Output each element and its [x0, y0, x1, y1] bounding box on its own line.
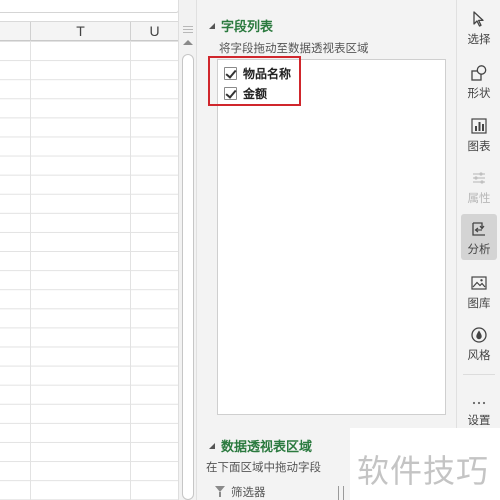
split-grip-icon[interactable]: [183, 26, 193, 33]
filter-label: 筛选器: [231, 485, 266, 499]
filter-area-label[interactable]: 筛选器: [215, 484, 266, 500]
column-header-s[interactable]: [0, 22, 31, 41]
cell-grid[interactable]: [0, 41, 178, 500]
toolbar-label: 设置: [467, 413, 491, 427]
formula-bar-strip: [0, 0, 178, 21]
right-toolbar: 选择 形状 图表 属性 分析 图库 风格 设置: [456, 0, 500, 500]
highlight-annotation: [208, 56, 301, 106]
properties-icon: [469, 168, 489, 188]
toolbar-label: 图表: [467, 139, 491, 153]
scrollbar-thumb[interactable]: [182, 54, 194, 500]
toolbar-divider: [463, 374, 495, 375]
spreadsheet-area[interactable]: T U: [0, 0, 178, 500]
pivot-field-panel: 字段列表 将字段拖动至数据透视表区域 物品名称 金额 数据透视表区域 在下面区域…: [196, 0, 456, 500]
field-list-title: 字段列表: [221, 20, 274, 35]
toolbar-label: 图库: [467, 296, 491, 310]
toolbar-analysis-button[interactable]: 分析: [461, 214, 497, 260]
shapes-icon: [469, 63, 489, 83]
formula-input[interactable]: [0, 0, 178, 13]
toolbar-label: 风格: [467, 348, 491, 362]
toolbar-chart-button[interactable]: 图表: [461, 111, 497, 157]
column-header-u[interactable]: U: [131, 22, 178, 41]
pivot-areas-hint: 在下面区域中拖动字段: [206, 460, 321, 474]
chart-icon: [469, 116, 489, 136]
analysis-icon: [469, 219, 489, 239]
toolbar-style-button[interactable]: 风格: [461, 320, 497, 366]
toolbar-label: 属性: [467, 191, 491, 205]
watermark-text: 软件技巧: [357, 452, 490, 490]
toolbar-label: 形状: [467, 86, 491, 100]
column-header-row: T U: [0, 21, 178, 41]
vertical-scrollbar[interactable]: [178, 0, 196, 500]
toolbar-select-button[interactable]: 选择: [461, 4, 497, 50]
toolbar-gallery-button[interactable]: 图库: [461, 268, 497, 314]
area-scroll-handle[interactable]: [338, 486, 344, 500]
column-header-t[interactable]: T: [31, 22, 131, 41]
watermark: 软件技巧: [350, 428, 500, 500]
toolbar-settings-button[interactable]: 设置: [461, 385, 497, 431]
pivot-areas-header[interactable]: 数据透视表区域: [209, 436, 312, 455]
toolbar-properties-button[interactable]: 属性: [461, 163, 497, 209]
collapse-triangle-icon[interactable]: [209, 442, 215, 449]
filter-funnel-icon: [215, 486, 225, 498]
more-icon: [469, 390, 489, 410]
toolbar-label: 选择: [467, 32, 491, 46]
toolbar-shape-button[interactable]: 形状: [461, 58, 497, 104]
cursor-icon: [469, 9, 489, 29]
collapse-triangle-icon[interactable]: [209, 22, 215, 29]
pivot-areas-title: 数据透视表区域: [221, 440, 313, 455]
style-icon: [469, 325, 489, 345]
gallery-icon: [469, 273, 489, 293]
field-list-header[interactable]: 字段列表: [209, 16, 273, 35]
field-list-box[interactable]: 物品名称 金额: [217, 59, 446, 415]
field-list-hint: 将字段拖动至数据透视表区域: [219, 41, 369, 55]
scroll-up-arrow-icon[interactable]: [183, 40, 193, 45]
toolbar-label: 分析: [467, 242, 491, 256]
